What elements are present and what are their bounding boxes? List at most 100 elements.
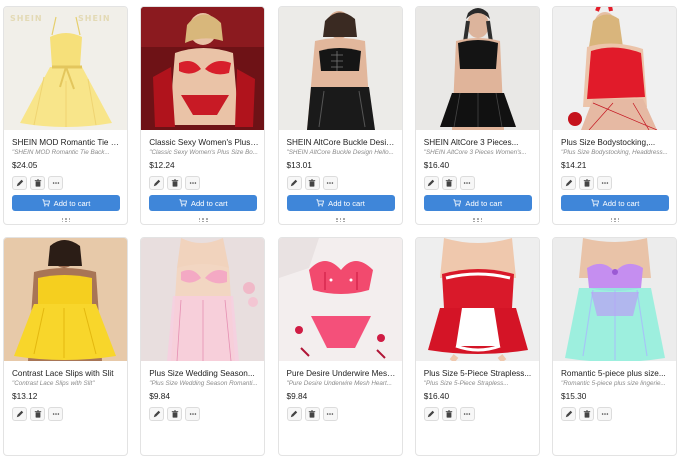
edit-button[interactable]: [12, 176, 27, 190]
drag-handle-icon[interactable]: [336, 218, 346, 223]
cart-icon: [316, 199, 325, 207]
delete-button[interactable]: [167, 176, 183, 190]
add-to-cart-button[interactable]: Add to cart: [149, 195, 258, 211]
product-card[interactable]: Pure Desire Underwire Mesh... "Pure Desi…: [277, 237, 403, 456]
product-card[interactable]: Plus Size Wedding Season... "Plus Size W…: [140, 237, 266, 456]
product-photo: SHEIN SHEIN: [4, 7, 127, 130]
more-button[interactable]: [597, 407, 612, 421]
delete-button[interactable]: [441, 176, 457, 190]
more-button[interactable]: [459, 407, 475, 421]
delete-button[interactable]: [579, 407, 594, 421]
product-title[interactable]: Contrast Lace Slips with Slit: [12, 369, 122, 378]
trash-icon: [308, 410, 316, 418]
product-photo: [141, 238, 265, 361]
product-subtitle: "SHEIN AltCore 3 Pieces Women's...: [423, 149, 527, 156]
edit-button[interactable]: [149, 407, 165, 421]
delete-button[interactable]: [304, 176, 320, 190]
edit-button[interactable]: [561, 407, 576, 421]
product-card[interactable]: SHEIN AltCore Buckle Design... "SHEIN Al…: [277, 6, 403, 225]
product-title[interactable]: SHEIN AltCore Buckle Design...: [287, 138, 397, 147]
product-title[interactable]: Classic Sexy Women's Plus Siz...: [149, 138, 259, 147]
product-title[interactable]: Pure Desire Underwire Mesh...: [287, 369, 397, 378]
product-image[interactable]: [4, 238, 127, 361]
product-card[interactable]: Plus Size Bodystocking,... "Plus Size Bo…: [552, 6, 677, 225]
more-button[interactable]: [459, 176, 475, 190]
add-to-cart-button[interactable]: Add to cart: [561, 195, 669, 211]
edit-button[interactable]: [423, 176, 439, 190]
ellipsis-icon: [52, 182, 59, 184]
delete-button[interactable]: [304, 407, 320, 421]
drag-handle-icon[interactable]: [198, 218, 208, 223]
add-to-cart-button[interactable]: Add to cart: [12, 195, 120, 211]
ellipsis-icon: [326, 182, 334, 184]
product-price: $9.84: [149, 391, 171, 401]
product-card[interactable]: SHEIN AltCore 3 Pieces... "SHEIN AltCore…: [414, 6, 540, 225]
drag-handle-icon[interactable]: [473, 218, 483, 223]
ellipsis-icon: [189, 182, 196, 184]
cart-icon: [591, 199, 599, 207]
edit-button[interactable]: [12, 407, 27, 421]
delete-button[interactable]: [441, 407, 457, 421]
product-title[interactable]: Romantic 5-piece plus size...: [561, 369, 671, 378]
card-actions: [149, 407, 201, 421]
product-card[interactable]: SHEIN SHEIN SHEIN MOD Romantic Tie Back.…: [3, 6, 128, 225]
product-image[interactable]: [141, 238, 265, 361]
delete-button[interactable]: [30, 176, 45, 190]
add-to-cart-button[interactable]: Add to cart: [423, 195, 532, 211]
product-price: $13.01: [286, 160, 312, 170]
product-price: $16.40: [423, 391, 450, 401]
product-price: $24.05: [12, 160, 38, 170]
delete-button[interactable]: [167, 407, 183, 421]
product-subtitle: "Plus Size Wedding Season Romanti...: [149, 380, 258, 387]
product-image[interactable]: [141, 7, 265, 130]
edit-button[interactable]: [423, 407, 439, 421]
edit-button[interactable]: [286, 407, 302, 421]
product-price: $15.30: [561, 391, 587, 401]
product-image[interactable]: [415, 7, 539, 130]
product-price: $16.40: [423, 160, 450, 170]
more-button[interactable]: [185, 176, 201, 190]
trash-icon: [171, 179, 178, 187]
add-to-cart-label: Add to cart: [53, 198, 91, 208]
trash-icon: [34, 179, 41, 187]
edit-button[interactable]: [149, 176, 165, 190]
add-to-cart-label: Add to cart: [465, 198, 503, 208]
product-title[interactable]: Plus Size 5-Piece Strapless...: [424, 369, 534, 378]
more-button[interactable]: [48, 176, 63, 190]
card-actions: [286, 407, 338, 421]
product-photo: [415, 238, 539, 361]
cart-icon: [453, 199, 462, 207]
product-title[interactable]: SHEIN MOD Romantic Tie Back...: [12, 138, 122, 147]
product-card[interactable]: Contrast Lace Slips with Slit "Contrast …: [3, 237, 128, 456]
product-image[interactable]: [553, 7, 676, 130]
more-button[interactable]: [185, 407, 201, 421]
add-to-cart-button[interactable]: Add to cart: [286, 195, 395, 211]
cart-icon: [42, 199, 50, 207]
more-button[interactable]: [322, 176, 338, 190]
product-title[interactable]: Plus Size Wedding Season...: [149, 369, 259, 378]
product-subtitle: "SHEIN AltCore Buckle Design Hello...: [286, 149, 394, 156]
product-title[interactable]: Plus Size Bodystocking,...: [561, 138, 671, 147]
product-image[interactable]: [278, 7, 402, 130]
more-button[interactable]: [322, 407, 338, 421]
product-image[interactable]: [278, 238, 402, 361]
more-button[interactable]: [48, 407, 63, 421]
drag-handle-icon[interactable]: [610, 218, 620, 223]
edit-button[interactable]: [286, 176, 302, 190]
product-subtitle: "Contrast Lace Slips with Slit": [12, 380, 95, 387]
card-actions: [423, 176, 475, 190]
product-image[interactable]: [553, 238, 676, 361]
product-card[interactable]: Plus Size 5-Piece Strapless... "Plus Siz…: [414, 237, 540, 456]
delete-button[interactable]: [30, 407, 45, 421]
edit-button[interactable]: [561, 176, 576, 190]
ellipsis-icon: [601, 182, 608, 184]
product-card[interactable]: Romantic 5-piece plus size... "Romantic …: [552, 237, 677, 456]
delete-button[interactable]: [579, 176, 594, 190]
product-image[interactable]: SHEIN SHEIN: [4, 7, 127, 130]
product-card[interactable]: Classic Sexy Women's Plus Siz... "Classi…: [140, 6, 266, 225]
card-actions: [423, 407, 475, 421]
product-title[interactable]: SHEIN AltCore 3 Pieces...: [424, 138, 534, 147]
product-image[interactable]: [415, 238, 539, 361]
more-button[interactable]: [597, 176, 612, 190]
drag-handle-icon[interactable]: [61, 218, 71, 223]
